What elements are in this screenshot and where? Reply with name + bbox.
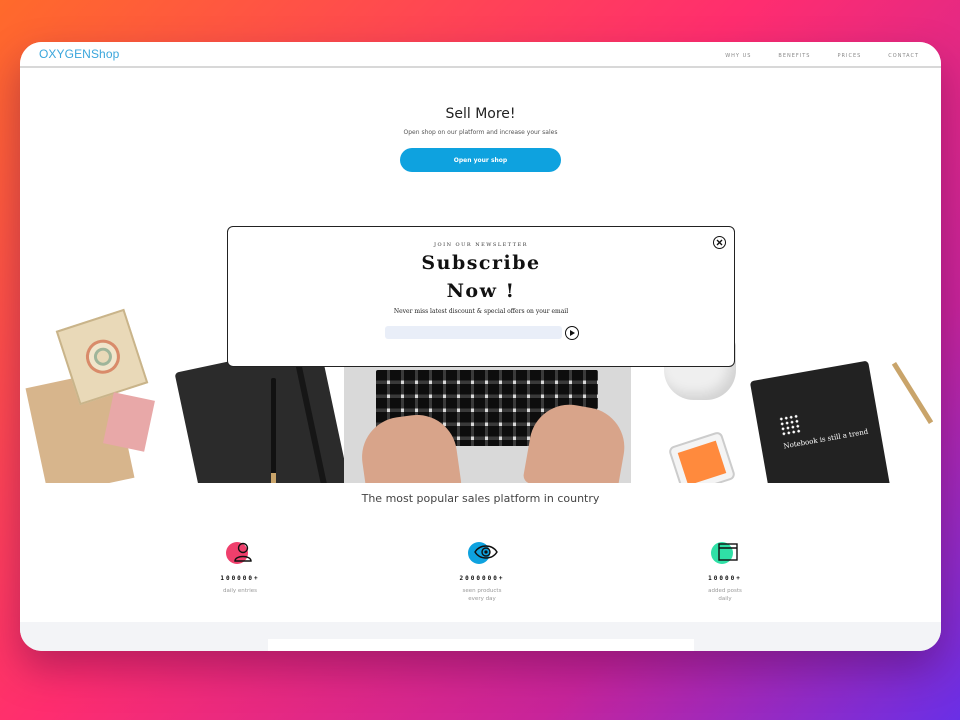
pink-card-image [103, 392, 155, 452]
email-input[interactable] [385, 326, 562, 339]
tagline: The most popular sales platform in count… [361, 492, 600, 505]
laptop-keyboard-image [344, 366, 631, 483]
modal-eyebrow: Join our newsletter [434, 242, 528, 248]
notebook-trend-image: Notebook is still a trend [749, 360, 891, 483]
nav-prices[interactable]: PRICES [837, 53, 861, 59]
stat-label: seen products every day [462, 588, 502, 602]
pen-image [271, 378, 276, 483]
pencil-image [891, 361, 934, 425]
nav-contact[interactable]: CONTACT [888, 53, 919, 59]
stat-added-posts: 10000+ added posts daily [665, 541, 785, 603]
hero-title: Sell More! [445, 106, 516, 122]
close-icon [716, 239, 723, 246]
newsletter-modal: Join our newsletter Subscribe Now ! Neve… [227, 226, 735, 367]
stat-seen-products: 2000000+ seen products every day [422, 541, 542, 603]
stat-label: added posts daily [708, 588, 742, 602]
browser-window-icon [718, 543, 738, 561]
next-section-card [268, 639, 694, 651]
nav-benefits[interactable]: BENEFITS [778, 53, 810, 59]
stat-value: 10000+ [708, 575, 742, 582]
main-nav: WHY US BENEFITS PRICES CONTACT [725, 53, 919, 59]
stat-value: 2000000+ [459, 575, 505, 582]
nav-why-us[interactable]: WHY US [725, 53, 751, 59]
user-icon [234, 542, 252, 562]
eye-icon [474, 545, 498, 559]
close-modal-button[interactable] [713, 236, 726, 249]
subscribe-submit-button[interactable] [565, 326, 579, 340]
open-shop-button[interactable]: Open your shop [400, 148, 561, 172]
play-arrow-icon [570, 330, 575, 336]
modal-title: Subscribe Now ! [421, 252, 541, 302]
modal-description: Never miss latest discount & special off… [393, 308, 569, 315]
top-navigation-bar: OXYGENShop WHY US BENEFITS PRICES CONTAC… [20, 42, 941, 68]
stat-label: daily entries [223, 588, 257, 594]
stat-value: 100000+ [220, 575, 260, 582]
site-logo[interactable]: OXYGENShop [39, 47, 119, 61]
hero-subtitle: Open shop on our platform and increase y… [403, 129, 558, 136]
stat-daily-entries: 100000+ daily entries [180, 541, 300, 596]
smartphone-image [667, 430, 737, 483]
